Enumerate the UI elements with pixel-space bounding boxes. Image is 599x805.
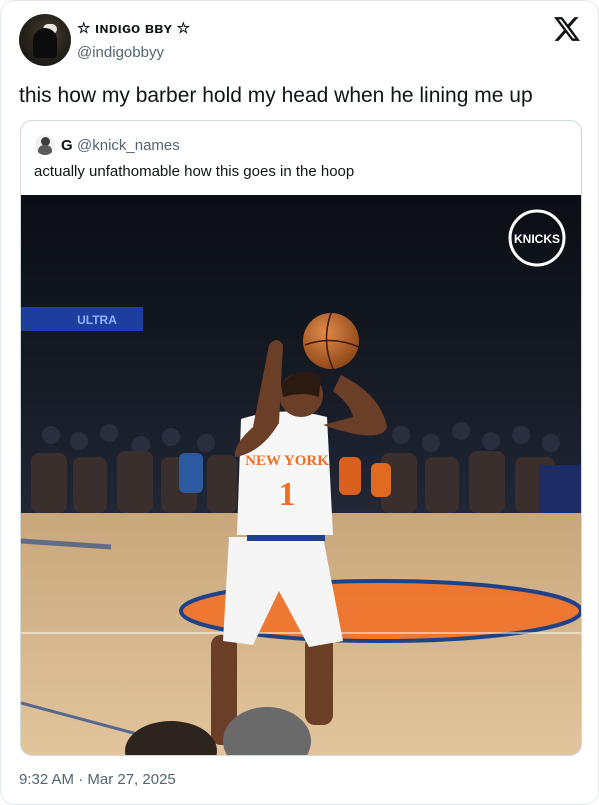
quoted-tweet-text: actually unfathomable how this goes in t…: [34, 163, 355, 180]
arena-banner-text: ULTRA: [77, 313, 117, 327]
quoted-author-avatar: [35, 135, 55, 155]
quoted-author-name: G: [61, 137, 73, 154]
x-logo-icon[interactable]: [554, 17, 580, 41]
quoted-tweet[interactable]: G @knick_names actually unfathomable how…: [20, 120, 582, 756]
author-avatar[interactable]: [19, 14, 71, 66]
quoted-author-handle: @knick_names: [77, 137, 180, 154]
tweet-timestamp[interactable]: 9:32 AM · Mar 27, 2025: [19, 771, 176, 788]
jersey-number: 1: [279, 476, 296, 513]
tweet-photo[interactable]: ULTRA KNICKS NEW YORK 1: [21, 195, 581, 755]
tweet-card: ☆ ιɴᴅιɢᴏ ʙʙʏ ☆ @indigobbyy this how my b…: [0, 0, 599, 805]
author-handle[interactable]: @indigobbyy: [77, 44, 164, 61]
tweet-text: this how my barber hold my head when he …: [19, 84, 533, 107]
knicks-logo-text: KNICKS: [514, 232, 560, 246]
jersey-text: NEW YORK: [245, 453, 329, 469]
author-display-name[interactable]: ☆ ιɴᴅιɢᴏ ʙʙʏ ☆: [77, 19, 190, 37]
